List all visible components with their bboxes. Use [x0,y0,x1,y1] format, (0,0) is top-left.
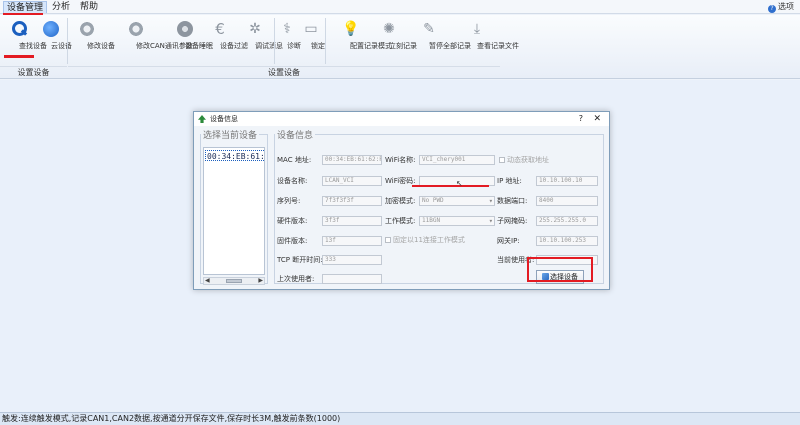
subnet-label: 子网掩码: [497,217,528,225]
device-name-label: 设备名称: [277,177,308,185]
fw-version-label: 固件版本: [277,237,308,245]
diagnose-icon: ⚕ [283,21,291,37]
lock-button[interactable]: ▭ 锁定 [300,18,325,63]
checkbox-box[interactable] [385,237,391,243]
auto-ip-checkbox[interactable]: 动态获取地址 [499,155,549,165]
fix-mode-label: 固定以11连接工作模式 [393,236,465,244]
globe-icon [43,21,59,37]
menu-analysis[interactable]: 分析 [49,1,73,13]
ribbon-separator [325,18,326,64]
bug-icon: ✲ [249,21,261,37]
choose-device-highlight-box [527,257,593,282]
work-mode-select[interactable]: 11BGN [419,216,495,226]
dialog-title: 设备信息 [210,115,238,123]
data-port-label: 数据端口: [497,197,528,205]
config-record-mode-button[interactable]: 💡 配置记录模式 [328,18,392,63]
work-mode-label: 工作模式: [385,217,416,225]
fw-version-field[interactable]: 13f [322,236,382,246]
gear-icon [79,21,95,37]
hw-version-field[interactable]: 3f3f [322,216,382,226]
list-item[interactable]: 00:34:EB:61:62:F [205,150,264,161]
device-sleep-button[interactable]: 设备睡眠 [169,18,213,63]
euro-filter-icon: € [215,20,225,38]
fix-mode-checkbox[interactable]: 固定以11连接工作模式 [385,235,465,245]
serial-field[interactable]: 7f3f3f3f [322,196,382,206]
tcp-timeout-field[interactable]: 333 [322,255,382,265]
wifi-name-highlight-underline [412,185,489,187]
view-record-files-label: 查看记录文件 [477,42,519,50]
pause-all-records-button[interactable]: ✎ 暂停全部记录 [406,18,471,63]
lock-label: 锁定 [311,42,325,50]
hw-version-label: 硬件版本: [277,217,308,225]
dialog-titlebar[interactable]: 设备信息 ? ✕ [194,112,609,126]
tcp-timeout-label: TCP 断开时间: [277,256,323,264]
auto-ip-label: 动态获取地址 [507,156,549,164]
ip-label: IP 地址: [497,177,522,185]
device-filter-button[interactable]: € 设备过滤 [204,18,248,63]
dialog-close-button[interactable]: ✕ [593,112,601,126]
group-label-setup-device: 设置设备 [0,66,67,78]
data-port-field[interactable]: 8400 [536,196,598,206]
ip-field[interactable]: 10.10.100.10 [536,176,598,186]
device-info-legend: 设备信息 [277,131,314,141]
bulb-icon: 💡 [342,21,360,37]
modify-can-params-button[interactable]: 修改CAN通讯参数 [106,18,193,63]
find-device-highlight-underline [4,55,34,58]
download-icon: ⤓ [473,21,481,37]
ribbon-separator [274,18,275,64]
ribbon: 查找设备 云设备 修改设备 修改CAN通讯参数 设备睡眠 € 设备过滤 ✲ 调试消息… [0,15,800,79]
dialog-help-button[interactable]: ? [579,112,583,126]
encrypt-mode-select[interactable]: No PWD [419,196,495,206]
select-device-legend: 选择当前设备 [203,131,258,141]
wifi-name-label: WiFi名称: [385,156,416,164]
wifi-name-field[interactable]: VCI_chery001 [419,155,495,165]
group-label-device-settings: 设置设备 [68,66,500,78]
scroll-left-icon[interactable]: ◀ [205,277,210,285]
mac-label: MAC 地址: [277,156,312,164]
modify-device-button[interactable]: 修改设备 [70,18,115,63]
scroll-right-icon[interactable]: ▶ [258,277,263,285]
last-user-label: 上次使用者: [277,275,315,283]
help-icon: ? [768,5,776,13]
gears-icon [128,21,144,37]
monitor-lock-icon: ▭ [304,21,318,37]
mouse-cursor-icon: ↖ [456,179,463,188]
menubar: 设备管理 分析 帮助 ? 选项 [0,0,800,14]
diagnose-label: 诊断 [287,42,301,50]
sleep-icon [177,21,193,37]
gateway-field[interactable]: 10.10.100.253 [536,236,598,246]
gateway-label: 网关IP: [497,237,520,245]
dialog-app-icon [198,115,206,123]
wifi-password-label: WiFi密码: [385,177,416,185]
record-now-button[interactable]: ✺ 立刻记录 [373,18,417,63]
menu-help[interactable]: 帮助 [77,1,101,13]
mac-field[interactable]: 00:34:EB:61:62:F0 [322,155,382,165]
pencil-icon: ✎ [423,21,435,37]
device-list-scrollbar[interactable]: ◀ ▶ [203,277,265,285]
cloud-device-label: 云设备 [51,42,72,50]
debug-message-button[interactable]: ✲ 调试消息 [239,18,283,63]
checkbox-box[interactable] [499,157,505,163]
options-label: 选项 [778,2,794,11]
last-user-field[interactable] [322,274,382,284]
record-bulb-icon: ✺ [383,21,395,37]
subnet-field[interactable]: 255.255.255.0 [536,216,598,226]
device-name-field[interactable]: LCAN_VCI [322,176,382,186]
menu-device-management[interactable]: 设备管理 [3,1,48,13]
serial-label: 序列号: [277,197,301,205]
cloud-device-button[interactable]: 云设备 [38,18,72,63]
select-device-group: 选择当前设备 00:34:EB:61:62:F ◀ ▶ [200,128,268,285]
ribbon-separator [67,18,68,64]
status-bar: 触发:连续触发模式,记录CAN1,CAN2数据,按通道分开保存文件,保存时长3M… [0,412,800,425]
options-menu[interactable]: ? 选项 [768,1,794,13]
scroll-thumb[interactable] [226,279,242,283]
view-record-files-button[interactable]: ⤓ 查看记录文件 [455,18,519,63]
device-list[interactable]: 00:34:EB:61:62:F [203,147,265,275]
diagnose-button[interactable]: ⚕ 诊断 [276,18,301,63]
search-icon [11,21,27,37]
encrypt-mode-label: 加密模式: [385,197,416,205]
